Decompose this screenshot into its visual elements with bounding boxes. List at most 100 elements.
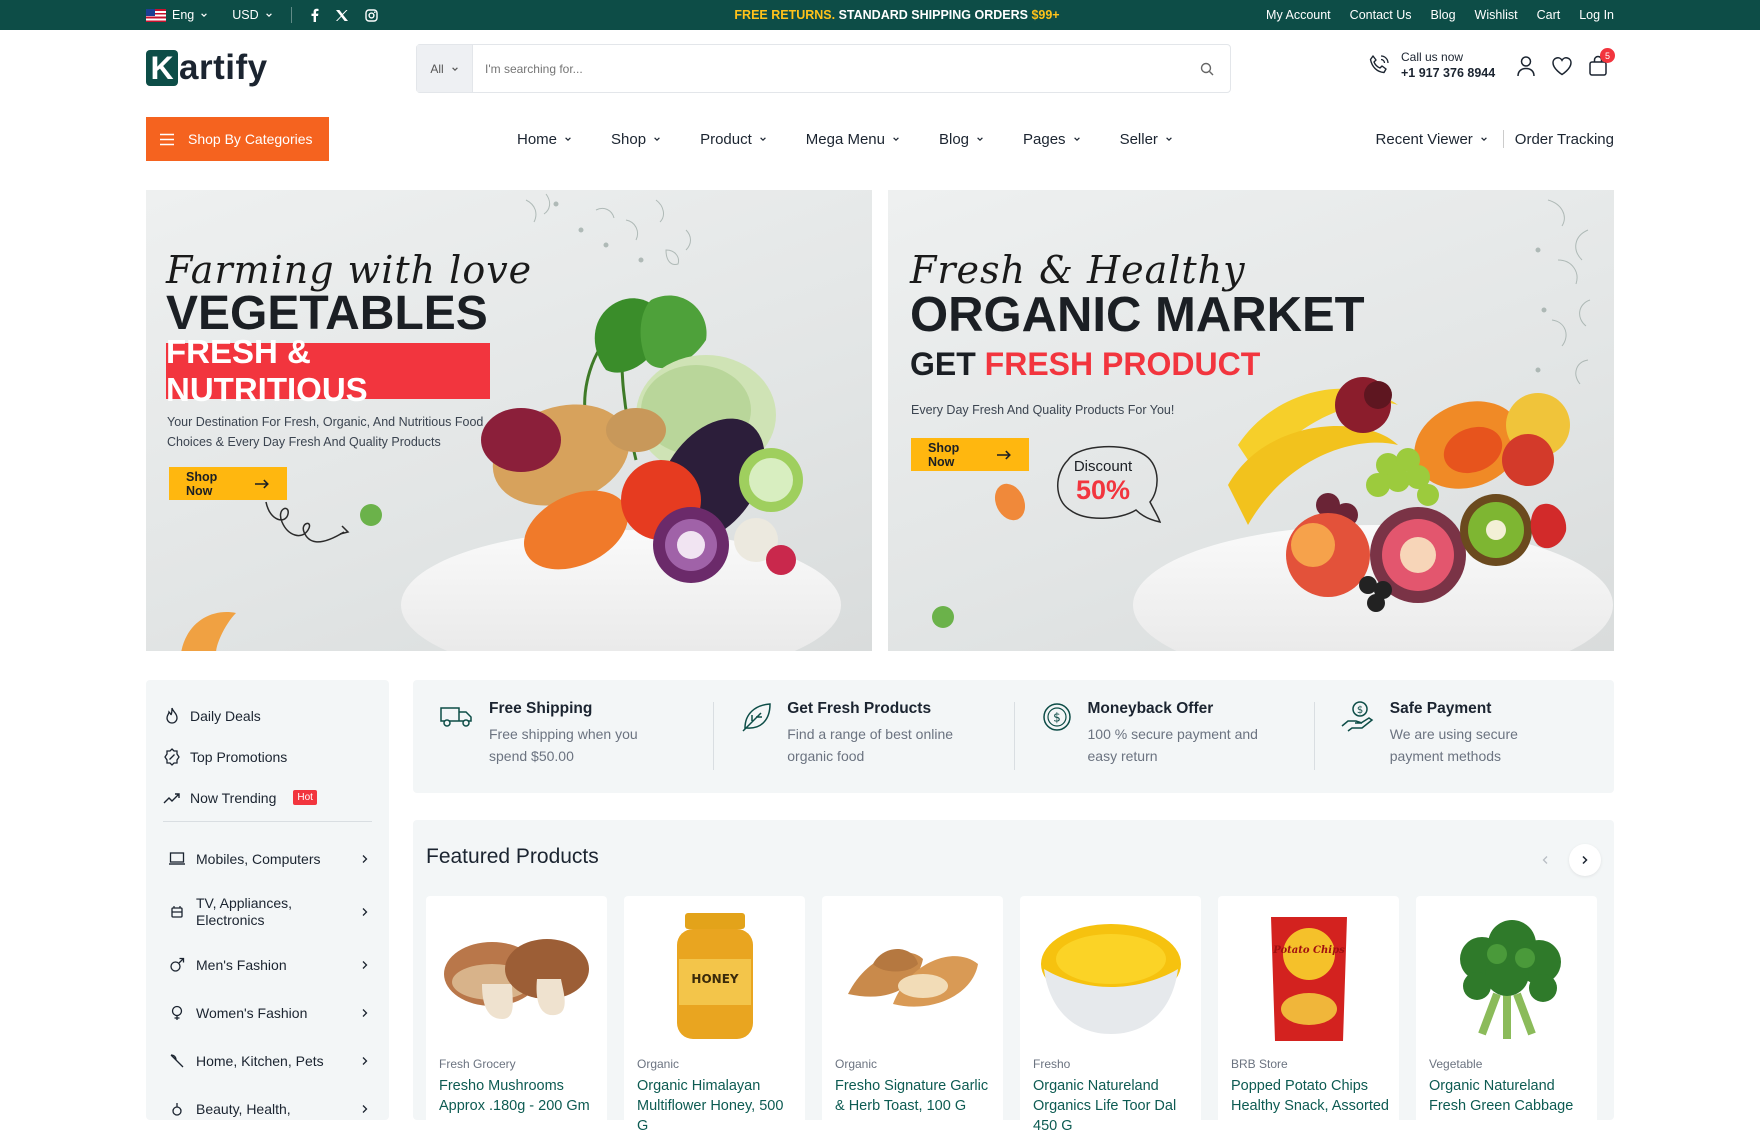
top-bar: Eng USD FREE RETURNS. STANDARD SHIPPING … <box>0 0 1760 30</box>
shop-by-categories-button[interactable]: Shop By Categories <box>146 117 329 161</box>
nav-home[interactable]: Home <box>517 131 572 148</box>
features-strip: Free Shipping Free shipping when you spen… <box>413 680 1614 793</box>
arrow-right-icon <box>255 479 270 488</box>
user-icon[interactable] <box>1516 55 1536 77</box>
discount-bubble: Discount 50% <box>1048 440 1162 526</box>
chevron-right-icon <box>362 1057 368 1065</box>
daily-deals-label: Daily Deals <box>190 707 261 724</box>
promo-text: STANDARD SHIPPING ORDERS <box>835 8 1032 22</box>
link-log-in[interactable]: Log In <box>1579 8 1614 22</box>
feature-title: Safe Payment <box>1389 700 1492 717</box>
chevron-right-icon <box>362 1105 368 1113</box>
truck-icon <box>440 707 472 727</box>
sidebar-item-mens-fashion[interactable]: Men's Fashion <box>146 941 389 989</box>
now-trending-label: Now Trending <box>190 789 277 806</box>
discount-label: Discount <box>1073 458 1133 475</box>
product-image-cabbage <box>1416 904 1597 1054</box>
search-button[interactable] <box>1184 45 1230 92</box>
quick-links: Daily Deals Top Promotions Now Trending … <box>146 680 389 818</box>
chevron-right-icon <box>1582 855 1588 865</box>
chevron-down-icon <box>1166 137 1172 142</box>
divider <box>163 821 372 822</box>
feature-title: Get Fresh Products <box>787 700 932 717</box>
shop-now-button[interactable]: Shop Now <box>169 467 287 500</box>
sidebar-item-top-promotions[interactable]: Top Promotions <box>163 736 372 777</box>
product-image-toor-dal <box>1020 904 1201 1054</box>
nav-shop[interactable]: Shop <box>611 131 661 148</box>
trending-up-icon <box>163 792 180 803</box>
logo-mark: K <box>146 50 178 86</box>
nav-order-tracking[interactable]: Order Tracking <box>1515 131 1614 148</box>
nav-pages[interactable]: Pages <box>1023 131 1081 148</box>
chevron-right-icon <box>362 961 368 969</box>
carousel-next-button[interactable] <box>1569 844 1601 876</box>
sidebar-item-now-trending[interactable]: Now Trending Hot <box>163 777 372 818</box>
main-nav: Home Shop Product Mega Menu Blog Pages S… <box>517 100 1173 178</box>
sidebar-item-tv-appliances[interactable]: TV, Appliances, Electronics <box>146 883 389 941</box>
chevron-down-icon <box>654 137 660 142</box>
nav-mega-menu-label: Mega Menu <box>805 130 885 148</box>
hero-banner-vegetables[interactable]: Farming with love VEGETABLES FRESH & NUT… <box>146 190 872 651</box>
chevron-right-icon <box>362 908 368 916</box>
chevron-left-icon <box>1542 856 1548 864</box>
product-brand: BRB Store <box>1231 1057 1288 1071</box>
nav-pages-label: Pages <box>1023 130 1066 148</box>
search-category-label: All <box>430 61 444 76</box>
logo[interactable]: K artify <box>146 50 268 86</box>
search-bar: All <box>416 44 1231 93</box>
feature-title: Free Shipping <box>489 700 593 717</box>
product-card[interactable]: Organic Fresho Signature Garlic & Herb T… <box>822 896 1003 1126</box>
product-card[interactable]: Fresh Grocery Fresho Mushrooms Approx .1… <box>426 896 607 1126</box>
nav-seller[interactable]: Seller <box>1120 131 1173 148</box>
shop-by-categories-label: Shop By Categories <box>188 131 313 147</box>
nav-recent-viewer[interactable]: Recent Viewer <box>1376 131 1488 148</box>
link-contact-us[interactable]: Contact Us <box>1350 8 1412 22</box>
nav-product[interactable]: Product <box>700 131 767 148</box>
product-brand: Fresho <box>1033 1057 1071 1071</box>
product-image-potato-chips: Potato Chips <box>1218 904 1399 1054</box>
order-tracking-label: Order Tracking <box>1514 130 1614 148</box>
nav-mega-menu[interactable]: Mega Menu <box>806 131 900 148</box>
hero-banner-organic-market[interactable]: Fresh & Healthy ORGANIC MARKET GET FRESH… <box>888 190 1614 651</box>
sidebar-item-mobiles-computers[interactable]: Mobiles, Computers <box>146 835 389 883</box>
link-blog[interactable]: Blog <box>1431 8 1456 22</box>
search-category-select[interactable]: All <box>417 45 473 92</box>
sidebar-item-womens-fashion[interactable]: Women's Fashion <box>146 989 389 1037</box>
category-label: Beauty, Health, <box>196 1100 291 1117</box>
sidebar-item-home-kitchen-pets[interactable]: Home, Kitchen, Pets <box>146 1037 389 1085</box>
sidebar-item-beauty-health[interactable]: Beauty, Health, <box>146 1085 389 1133</box>
logo-text: artify <box>179 48 268 87</box>
feature-desc: We are using secure payment methods <box>1389 726 1518 764</box>
orange-slice-decoration <box>994 483 1026 521</box>
call-label: Call us now <box>1401 50 1464 64</box>
category-label: Mobiles, Computers <box>196 850 321 867</box>
menu-icon <box>160 133 174 145</box>
product-card[interactable]: Vegetable Organic Natureland Fresh Green… <box>1416 896 1597 1126</box>
carousel-prev-button[interactable] <box>1529 844 1561 876</box>
section-title: Featured Products <box>426 845 599 868</box>
shop-now-button[interactable]: Shop Now <box>911 438 1029 471</box>
product-card[interactable]: HONEY Organic Organic Himalayan Multiflo… <box>624 896 805 1134</box>
divider <box>1502 130 1504 148</box>
feature-desc: Free shipping when you spend $50.00 <box>489 726 638 764</box>
heart-icon[interactable] <box>1551 56 1573 76</box>
product-card[interactable]: Potato Chips BRB Store Popped Potato Chi… <box>1218 896 1399 1126</box>
search-input[interactable] <box>473 45 1184 92</box>
pea-decoration <box>360 504 382 526</box>
beauty-icon <box>172 1103 182 1116</box>
link-cart[interactable]: Cart <box>1537 8 1561 22</box>
call-us[interactable]: Call us now +1 917 376 8944 <box>1367 50 1495 80</box>
orange-slice-decoration <box>181 612 236 651</box>
fruits-image <box>1228 377 1570 612</box>
sidebar-item-daily-deals[interactable]: Daily Deals <box>163 695 372 736</box>
link-my-account[interactable]: My Account <box>1266 8 1331 22</box>
nav-blog[interactable]: Blog <box>939 131 984 148</box>
link-wishlist[interactable]: Wishlist <box>1475 8 1518 22</box>
laptop-icon <box>169 852 185 865</box>
secondary-nav: Recent Viewer Order Tracking <box>1376 100 1614 178</box>
product-name: Fresho Mushrooms Approx .180g - 200 Gm <box>439 1078 590 1114</box>
product-name: Fresho Signature Garlic & Herb Toast, 10… <box>835 1078 989 1114</box>
cart-button[interactable]: 5 <box>1588 48 1615 77</box>
product-card[interactable]: Fresho Organic Natureland Organics Life … <box>1020 896 1201 1134</box>
hot-badge: Hot <box>293 790 317 805</box>
